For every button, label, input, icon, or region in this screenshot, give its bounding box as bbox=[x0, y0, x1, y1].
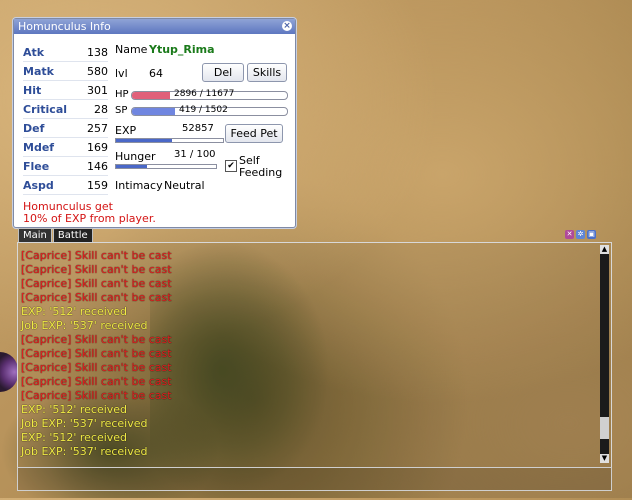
skills-button[interactable]: Skills bbox=[247, 63, 287, 82]
stat-row-mdef: Mdef 169 bbox=[23, 138, 108, 157]
chat-input[interactable] bbox=[17, 467, 612, 491]
stat-value: 138 bbox=[87, 45, 108, 59]
stat-value: 580 bbox=[87, 64, 108, 78]
stat-value: 159 bbox=[87, 178, 108, 192]
chat-scrollbar[interactable]: ▲ ▼ bbox=[600, 245, 609, 463]
stat-label: Atk bbox=[23, 45, 45, 59]
chat-line: [Caprice] Skill can't be cast bbox=[21, 277, 172, 290]
hp-text: 2896 / 11677 bbox=[174, 89, 235, 99]
hunger-value: 31 / 100 bbox=[174, 149, 216, 160]
chat-log: [Caprice] Skill can't be cast [Caprice] S… bbox=[21, 249, 172, 459]
scroll-thumb[interactable] bbox=[600, 417, 609, 439]
homunculus-message: Homunculus get 10% of EXP from player. bbox=[23, 201, 156, 225]
name-label: Name bbox=[115, 43, 148, 56]
lvl-value: 64 bbox=[149, 67, 163, 80]
stat-row-flee: Flee 146 bbox=[23, 157, 108, 176]
exp-label: EXP bbox=[115, 124, 137, 137]
sp-label: SP bbox=[115, 105, 128, 116]
intimacy-label: Intimacy bbox=[115, 179, 163, 192]
chat-line: Job EXP: '537' received bbox=[21, 319, 148, 332]
chat-window: [Caprice] Skill can't be cast [Caprice] S… bbox=[17, 242, 612, 468]
stat-value: 169 bbox=[87, 140, 108, 154]
stat-label: Mdef bbox=[23, 140, 55, 154]
lvl-label: lvl bbox=[115, 67, 128, 80]
close-icon[interactable]: × bbox=[282, 21, 292, 31]
exp-bar-fill bbox=[116, 139, 172, 142]
chat-line: [Caprice] Skill can't be cast bbox=[21, 291, 172, 304]
chat-line: EXP: '512' received bbox=[21, 305, 128, 318]
stat-row-matk: Matk 580 bbox=[23, 62, 108, 81]
stat-value: 257 bbox=[87, 121, 108, 135]
tab-main[interactable]: Main bbox=[18, 228, 52, 242]
homunculus-name: Ytup_Rima bbox=[149, 43, 215, 56]
del-button[interactable]: Del bbox=[202, 63, 244, 82]
tab-battle[interactable]: Battle bbox=[52, 228, 93, 242]
chat-line: Job EXP: '537' received bbox=[21, 417, 148, 430]
message-line: 10% of EXP from player. bbox=[23, 212, 156, 225]
stat-row-aspd: Aspd 159 bbox=[23, 176, 108, 195]
stat-row-critical: Critical 28 bbox=[23, 100, 108, 119]
stat-label: Hit bbox=[23, 83, 42, 97]
homunculus-info-window: Homunculus Info × Atk 138 Matk 580 Hit 301 … bbox=[13, 18, 296, 228]
intimacy-value: Neutral bbox=[164, 179, 205, 192]
stat-row-hit: Hit 301 bbox=[23, 81, 108, 100]
stat-value: 28 bbox=[94, 102, 108, 116]
sp-bar-fill bbox=[132, 108, 176, 115]
stat-label: Aspd bbox=[23, 178, 54, 192]
stat-label: Flee bbox=[23, 159, 50, 173]
stats-list: Atk 138 Matk 580 Hit 301 Critical 28 Def 257 … bbox=[23, 43, 108, 195]
resize-icon[interactable]: ▣ bbox=[587, 230, 596, 239]
exp-value: 52857 bbox=[182, 123, 214, 134]
stat-value: 146 bbox=[87, 159, 108, 173]
chat-line: Job EXP: '537' received bbox=[21, 445, 148, 458]
hp-bar-fill bbox=[132, 92, 171, 99]
hunger-bar bbox=[115, 164, 217, 169]
hp-label: HP bbox=[115, 89, 129, 100]
window-title: Homunculus Info bbox=[18, 20, 111, 33]
stat-label: Def bbox=[23, 121, 45, 135]
settings-icon[interactable]: ✲ bbox=[576, 230, 585, 239]
self-feeding-label: Self Feeding bbox=[239, 155, 282, 179]
chat-line: [Caprice] Skill can't be cast bbox=[21, 347, 172, 360]
stat-row-def: Def 257 bbox=[23, 119, 108, 138]
chat-controls: ✕ ✲ ▣ bbox=[565, 230, 596, 239]
chat-line: [Caprice] Skill can't be cast bbox=[21, 333, 172, 346]
stat-value: 301 bbox=[87, 83, 108, 97]
scroll-up-icon[interactable]: ▲ bbox=[600, 245, 609, 254]
hunger-bar-fill bbox=[116, 165, 147, 168]
chat-line: [Caprice] Skill can't be cast bbox=[21, 389, 172, 402]
stat-label: Matk bbox=[23, 64, 54, 78]
stat-label: Critical bbox=[23, 102, 68, 116]
window-titlebar[interactable]: Homunculus Info × bbox=[14, 19, 295, 34]
close-chat-icon[interactable]: ✕ bbox=[565, 230, 574, 239]
scroll-down-icon[interactable]: ▼ bbox=[600, 454, 609, 463]
self-feeding-checkbox[interactable]: ✔ bbox=[225, 160, 237, 172]
exp-bar bbox=[115, 138, 224, 143]
chat-line: [Caprice] Skill can't be cast bbox=[21, 249, 172, 262]
chat-line: [Caprice] Skill can't be cast bbox=[21, 375, 172, 388]
self-feeding-label-line2: Feeding bbox=[239, 166, 283, 179]
chat-line: [Caprice] Skill can't be cast bbox=[21, 361, 172, 374]
chat-line: [Caprice] Skill can't be cast bbox=[21, 263, 172, 276]
feed-pet-button[interactable]: Feed Pet bbox=[225, 124, 283, 143]
hunger-label: Hunger bbox=[115, 150, 156, 163]
chat-tabs: Main Battle bbox=[18, 228, 94, 242]
chat-line: EXP: '512' received bbox=[21, 403, 128, 416]
chat-line: EXP: '512' received bbox=[21, 431, 128, 444]
sp-text: 419 / 1502 bbox=[179, 105, 228, 115]
stat-row-atk: Atk 138 bbox=[23, 43, 108, 62]
